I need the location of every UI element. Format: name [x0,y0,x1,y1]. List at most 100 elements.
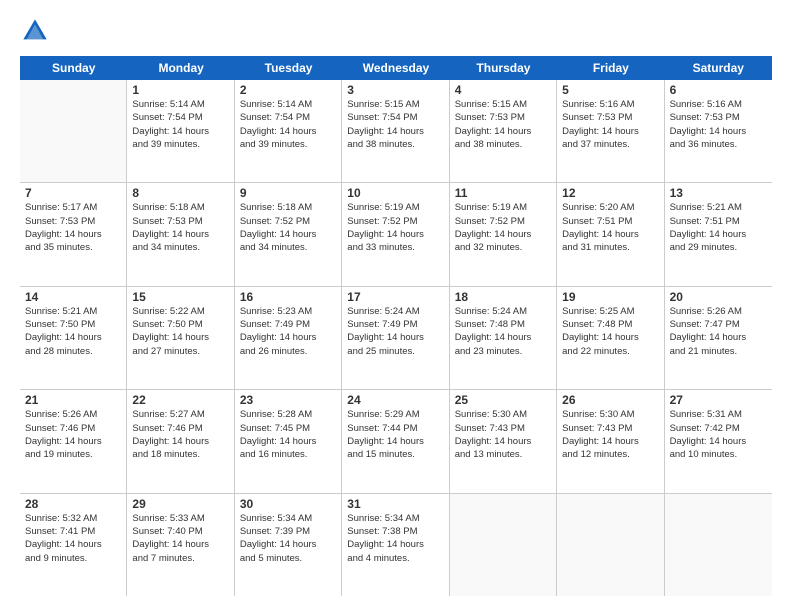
day-number: 5 [562,83,658,97]
weekday-header: Thursday [450,56,557,80]
calendar-cell: 1Sunrise: 5:14 AM Sunset: 7:54 PM Daylig… [127,80,234,182]
calendar-cell: 29Sunrise: 5:33 AM Sunset: 7:40 PM Dayli… [127,494,234,596]
day-number: 21 [25,393,121,407]
calendar-cell [20,80,127,182]
header [20,16,772,46]
day-info: Sunrise: 5:18 AM Sunset: 7:52 PM Dayligh… [240,201,336,254]
day-number: 4 [455,83,551,97]
weekday-header: Sunday [20,56,127,80]
logo-icon [20,16,50,46]
calendar-cell: 12Sunrise: 5:20 AM Sunset: 7:51 PM Dayli… [557,183,664,285]
calendar-body: 1Sunrise: 5:14 AM Sunset: 7:54 PM Daylig… [20,80,772,596]
calendar-cell: 17Sunrise: 5:24 AM Sunset: 7:49 PM Dayli… [342,287,449,389]
day-number: 3 [347,83,443,97]
day-number: 23 [240,393,336,407]
day-info: Sunrise: 5:34 AM Sunset: 7:38 PM Dayligh… [347,512,443,565]
calendar-cell [665,494,772,596]
logo [20,16,54,46]
calendar-header: SundayMondayTuesdayWednesdayThursdayFrid… [20,56,772,80]
calendar-cell: 28Sunrise: 5:32 AM Sunset: 7:41 PM Dayli… [20,494,127,596]
day-info: Sunrise: 5:25 AM Sunset: 7:48 PM Dayligh… [562,305,658,358]
day-info: Sunrise: 5:21 AM Sunset: 7:51 PM Dayligh… [670,201,767,254]
day-info: Sunrise: 5:24 AM Sunset: 7:48 PM Dayligh… [455,305,551,358]
day-number: 29 [132,497,228,511]
day-number: 13 [670,186,767,200]
day-info: Sunrise: 5:19 AM Sunset: 7:52 PM Dayligh… [347,201,443,254]
calendar-row: 14Sunrise: 5:21 AM Sunset: 7:50 PM Dayli… [20,287,772,390]
calendar-cell: 19Sunrise: 5:25 AM Sunset: 7:48 PM Dayli… [557,287,664,389]
day-info: Sunrise: 5:15 AM Sunset: 7:54 PM Dayligh… [347,98,443,151]
day-number: 18 [455,290,551,304]
weekday-header: Monday [127,56,234,80]
day-number: 9 [240,186,336,200]
day-number: 16 [240,290,336,304]
day-info: Sunrise: 5:23 AM Sunset: 7:49 PM Dayligh… [240,305,336,358]
day-info: Sunrise: 5:20 AM Sunset: 7:51 PM Dayligh… [562,201,658,254]
weekday-header: Saturday [665,56,772,80]
day-number: 15 [132,290,228,304]
calendar-row: 7Sunrise: 5:17 AM Sunset: 7:53 PM Daylig… [20,183,772,286]
day-number: 31 [347,497,443,511]
day-info: Sunrise: 5:30 AM Sunset: 7:43 PM Dayligh… [455,408,551,461]
day-info: Sunrise: 5:30 AM Sunset: 7:43 PM Dayligh… [562,408,658,461]
calendar-cell: 22Sunrise: 5:27 AM Sunset: 7:46 PM Dayli… [127,390,234,492]
day-number: 2 [240,83,336,97]
calendar-cell: 24Sunrise: 5:29 AM Sunset: 7:44 PM Dayli… [342,390,449,492]
day-number: 6 [670,83,767,97]
day-info: Sunrise: 5:32 AM Sunset: 7:41 PM Dayligh… [25,512,121,565]
day-number: 17 [347,290,443,304]
day-info: Sunrise: 5:34 AM Sunset: 7:39 PM Dayligh… [240,512,336,565]
calendar-row: 28Sunrise: 5:32 AM Sunset: 7:41 PM Dayli… [20,494,772,596]
day-number: 25 [455,393,551,407]
day-info: Sunrise: 5:27 AM Sunset: 7:46 PM Dayligh… [132,408,228,461]
day-number: 27 [670,393,767,407]
calendar-cell: 13Sunrise: 5:21 AM Sunset: 7:51 PM Dayli… [665,183,772,285]
day-number: 8 [132,186,228,200]
day-info: Sunrise: 5:21 AM Sunset: 7:50 PM Dayligh… [25,305,121,358]
day-number: 24 [347,393,443,407]
day-number: 14 [25,290,121,304]
calendar-cell: 26Sunrise: 5:30 AM Sunset: 7:43 PM Dayli… [557,390,664,492]
calendar-cell: 3Sunrise: 5:15 AM Sunset: 7:54 PM Daylig… [342,80,449,182]
calendar-row: 21Sunrise: 5:26 AM Sunset: 7:46 PM Dayli… [20,390,772,493]
day-info: Sunrise: 5:28 AM Sunset: 7:45 PM Dayligh… [240,408,336,461]
day-info: Sunrise: 5:18 AM Sunset: 7:53 PM Dayligh… [132,201,228,254]
calendar-row: 1Sunrise: 5:14 AM Sunset: 7:54 PM Daylig… [20,80,772,183]
calendar-cell: 30Sunrise: 5:34 AM Sunset: 7:39 PM Dayli… [235,494,342,596]
calendar: SundayMondayTuesdayWednesdayThursdayFrid… [20,56,772,596]
calendar-cell: 23Sunrise: 5:28 AM Sunset: 7:45 PM Dayli… [235,390,342,492]
calendar-cell: 16Sunrise: 5:23 AM Sunset: 7:49 PM Dayli… [235,287,342,389]
day-info: Sunrise: 5:22 AM Sunset: 7:50 PM Dayligh… [132,305,228,358]
day-number: 28 [25,497,121,511]
calendar-cell: 10Sunrise: 5:19 AM Sunset: 7:52 PM Dayli… [342,183,449,285]
calendar-cell: 18Sunrise: 5:24 AM Sunset: 7:48 PM Dayli… [450,287,557,389]
day-number: 12 [562,186,658,200]
day-info: Sunrise: 5:19 AM Sunset: 7:52 PM Dayligh… [455,201,551,254]
calendar-cell: 9Sunrise: 5:18 AM Sunset: 7:52 PM Daylig… [235,183,342,285]
day-number: 7 [25,186,121,200]
day-info: Sunrise: 5:16 AM Sunset: 7:53 PM Dayligh… [562,98,658,151]
day-info: Sunrise: 5:14 AM Sunset: 7:54 PM Dayligh… [240,98,336,151]
day-info: Sunrise: 5:15 AM Sunset: 7:53 PM Dayligh… [455,98,551,151]
day-info: Sunrise: 5:31 AM Sunset: 7:42 PM Dayligh… [670,408,767,461]
calendar-cell [557,494,664,596]
day-number: 20 [670,290,767,304]
calendar-cell: 27Sunrise: 5:31 AM Sunset: 7:42 PM Dayli… [665,390,772,492]
day-number: 19 [562,290,658,304]
calendar-cell: 5Sunrise: 5:16 AM Sunset: 7:53 PM Daylig… [557,80,664,182]
weekday-header: Friday [557,56,664,80]
calendar-cell: 6Sunrise: 5:16 AM Sunset: 7:53 PM Daylig… [665,80,772,182]
calendar-cell: 20Sunrise: 5:26 AM Sunset: 7:47 PM Dayli… [665,287,772,389]
calendar-cell: 2Sunrise: 5:14 AM Sunset: 7:54 PM Daylig… [235,80,342,182]
calendar-cell: 7Sunrise: 5:17 AM Sunset: 7:53 PM Daylig… [20,183,127,285]
calendar-cell: 11Sunrise: 5:19 AM Sunset: 7:52 PM Dayli… [450,183,557,285]
day-info: Sunrise: 5:16 AM Sunset: 7:53 PM Dayligh… [670,98,767,151]
day-info: Sunrise: 5:29 AM Sunset: 7:44 PM Dayligh… [347,408,443,461]
day-number: 22 [132,393,228,407]
calendar-cell: 14Sunrise: 5:21 AM Sunset: 7:50 PM Dayli… [20,287,127,389]
day-info: Sunrise: 5:26 AM Sunset: 7:46 PM Dayligh… [25,408,121,461]
day-info: Sunrise: 5:33 AM Sunset: 7:40 PM Dayligh… [132,512,228,565]
weekday-header: Wednesday [342,56,449,80]
day-info: Sunrise: 5:24 AM Sunset: 7:49 PM Dayligh… [347,305,443,358]
calendar-cell [450,494,557,596]
